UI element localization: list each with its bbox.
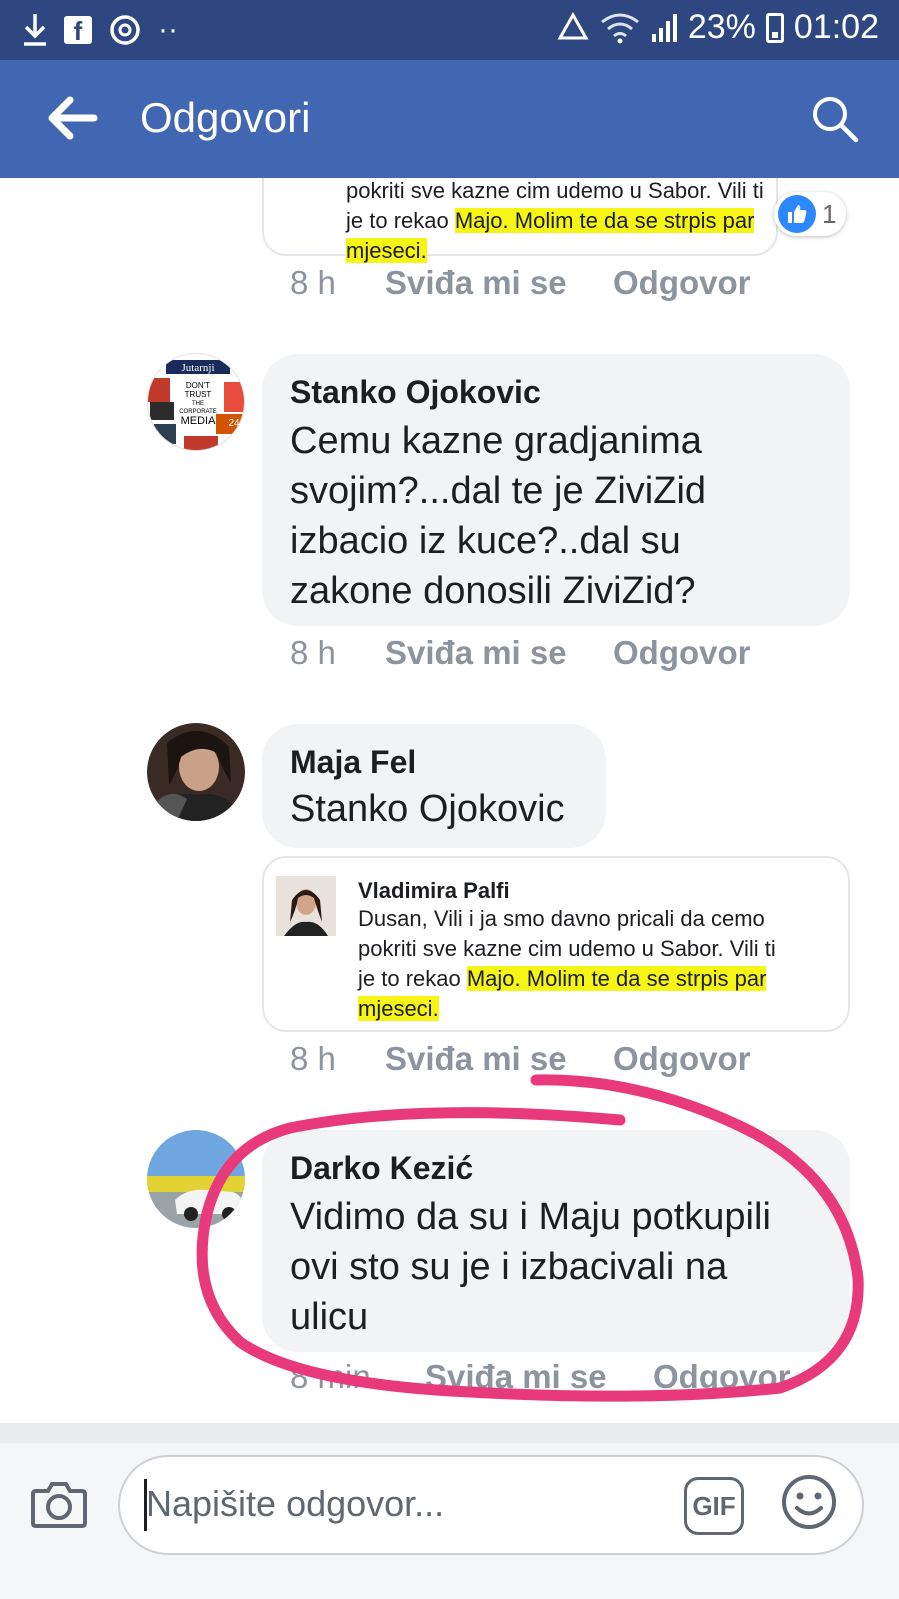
wifi-icon: [600, 13, 639, 43]
avatar-label: Jutarnji: [182, 362, 215, 374]
like-button[interactable]: Sviđa mi se: [385, 1040, 567, 1078]
reply-placeholder: Napišite odgovor...: [146, 1483, 445, 1524]
comment-text-line: izbacio iz kuce?..dal su: [290, 520, 681, 562]
avatar[interactable]: [147, 1130, 245, 1228]
comment-time: 8 h: [290, 1040, 336, 1077]
screenshot-avatar: [276, 876, 336, 936]
screenshot-highlight: mjeseci.: [346, 238, 427, 263]
screenshot-line: je to rekao: [346, 208, 455, 233]
screenshot-highlight: Majo. Molim te da se strpis par: [454, 208, 755, 233]
screenshot-highlight: Majo. Molim te da se strpis par: [466, 966, 767, 991]
camera-icon[interactable]: [30, 1475, 88, 1533]
avatar[interactable]: [147, 723, 245, 821]
comment-bubble[interactable]: Maja Fel Stanko Ojokovic: [262, 724, 606, 848]
avatar-label: TRUST: [185, 390, 212, 399]
screenshot-line: je to rekao: [358, 966, 467, 991]
comment-text-line: ovi sto su je i izbacivali na: [290, 1246, 728, 1288]
avatar-label: DON'T: [186, 381, 210, 390]
like-button[interactable]: Sviđa mi se: [385, 634, 567, 672]
screenshot-highlight: mjeseci.: [358, 996, 439, 1021]
comment-actions: 8 h Sviđa mi se Odgovor: [290, 264, 751, 302]
download-icon: [24, 14, 46, 46]
reply-button[interactable]: Odgovor: [613, 264, 751, 302]
comment-text-line: svojim?...dal te je ZiviZid: [290, 470, 707, 512]
like-button[interactable]: Sviđa mi se: [425, 1358, 607, 1396]
battery-percent: 23%: [687, 8, 756, 46]
avatar-label: MEDIA: [181, 415, 217, 427]
comment-author[interactable]: Maja Fel: [290, 744, 416, 781]
smiley-icon[interactable]: [780, 1473, 838, 1531]
comment-text: Stanko Ojokovic: [290, 788, 565, 830]
comment-text-line: Cemu kazne gradjanima: [290, 420, 702, 462]
reply-composer: Napišite odgovor... GIF: [0, 1443, 899, 1599]
reply-button[interactable]: Odgovor: [653, 1358, 791, 1396]
comment-author[interactable]: Stanko Ojokovic: [290, 374, 541, 411]
comment-time: 8 min: [290, 1358, 371, 1395]
comment-text-line: zakone donosili ZiviZid?: [290, 570, 696, 612]
reaction-count: 1: [822, 198, 837, 229]
comment-bubble[interactable]: Stanko Ojokovic Cemu kazne gradjanima sv…: [262, 354, 850, 626]
recycle-icon: [557, 11, 589, 39]
comment-text-line: Vidimo da su i Maju potkupili: [290, 1196, 771, 1238]
arrow-left-icon[interactable]: [44, 90, 100, 146]
quoted-screenshot[interactable]: Vladimira Palfi Dusan, Vili i ja smo dav…: [262, 856, 850, 1032]
comment-author[interactable]: Darko Kezić: [290, 1150, 473, 1187]
search-icon[interactable]: [808, 92, 862, 146]
comment-time: 8 h: [290, 264, 336, 301]
screenshot-author: Vladimira Palfi: [358, 878, 510, 903]
thumbs-up-icon: [778, 195, 816, 233]
avatar[interactable]: Jutarnji DON'T TRUST THE CORPORATE MEDIA…: [147, 353, 245, 451]
comment-actions: 8 min Sviđa mi se Odgovor: [290, 1358, 791, 1396]
facebook-icon: f: [64, 16, 92, 46]
sync-icon: [110, 15, 140, 45]
more-dots-icon: ··: [158, 13, 178, 46]
gif-button[interactable]: GIF: [684, 1477, 744, 1535]
quoted-screenshot[interactable]: pokriti sve kazne cim udemo u Sabor. Vil…: [262, 178, 778, 263]
battery-icon: [765, 12, 784, 43]
divider: [0, 1423, 899, 1443]
screenshot-line: Dusan, Vili i ja smo davno pricali da ce…: [358, 906, 765, 931]
screenshot-line: pokriti sve kazne cim udemo u Sabor. Vil…: [358, 936, 776, 961]
reaction-badge[interactable]: 1: [774, 192, 846, 236]
comment-bubble[interactable]: Darko Kezić Vidimo da su i Maju potkupil…: [262, 1130, 850, 1352]
page-title: Odgovori: [140, 94, 311, 141]
comment-text-line: ulicu: [290, 1296, 369, 1338]
reply-button[interactable]: Odgovor: [613, 634, 751, 672]
like-button[interactable]: Sviđa mi se: [385, 264, 567, 302]
avatar-label: THE: [192, 401, 204, 407]
clock: 01:02: [793, 8, 879, 46]
comment-actions: 8 h Sviđa mi se Odgovor: [290, 634, 751, 672]
comment-actions: 8 h Sviđa mi se Odgovor: [290, 1040, 751, 1078]
comment-thread: pokriti sve kazne cim udemo u Sabor. Vil…: [0, 178, 899, 1458]
screenshot-line: pokriti sve kazne cim udemo u Sabor. Vil…: [346, 178, 764, 203]
app-bar: Odgovori: [0, 60, 899, 178]
signal-icon: [651, 13, 677, 42]
reply-input[interactable]: Napišite odgovor... GIF: [118, 1455, 864, 1555]
comment-time: 8 h: [290, 634, 336, 671]
status-bar: f ·· 23% 01:02: [0, 0, 899, 60]
reply-button[interactable]: Odgovor: [613, 1040, 751, 1078]
avatar-label: 24: [228, 418, 240, 429]
